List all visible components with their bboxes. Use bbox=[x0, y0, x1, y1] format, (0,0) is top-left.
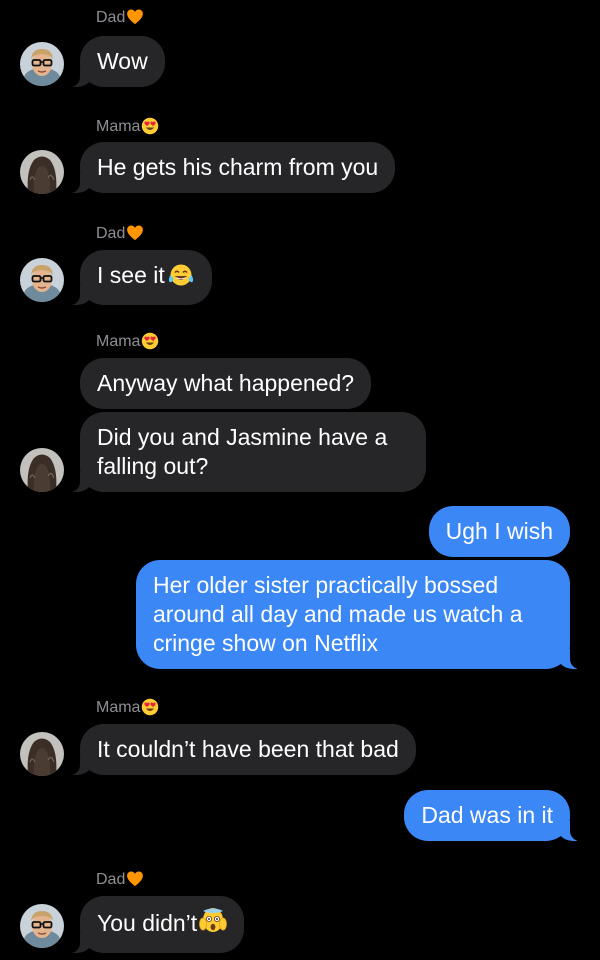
message-text: Dad was in it bbox=[421, 802, 553, 828]
sender-name: Dad bbox=[96, 870, 144, 894]
sender-name: Mama bbox=[96, 698, 159, 722]
avatar[interactable] bbox=[20, 150, 64, 194]
tears-of-joy-icon bbox=[167, 263, 195, 294]
message-text: It couldn’t have been that bad bbox=[97, 736, 399, 762]
avatar[interactable] bbox=[20, 258, 64, 302]
avatar[interactable] bbox=[20, 448, 64, 492]
heart-eyes-icon bbox=[141, 117, 159, 141]
message-bubble[interactable]: It couldn’t have been that bad bbox=[70, 724, 416, 775]
sender-name: Mama bbox=[96, 117, 159, 141]
message-bubble[interactable]: Her older sister practically bossed arou… bbox=[136, 560, 580, 669]
message-text: Her older sister practically bossed arou… bbox=[153, 572, 523, 656]
message-bubble[interactable]: I see it bbox=[70, 250, 212, 305]
message-text: You didn’t bbox=[97, 910, 198, 936]
message-bubble[interactable]: He gets his charm from you bbox=[69, 142, 396, 193]
message-bubble[interactable]: Anyway what happened? bbox=[80, 358, 372, 409]
message-text: Did you and Jasmine have a falling out? bbox=[97, 424, 388, 479]
message-text: He gets his charm from you bbox=[97, 154, 379, 180]
heart-eyes-icon bbox=[141, 698, 159, 722]
screaming-face-icon bbox=[199, 907, 227, 942]
avatar[interactable] bbox=[20, 904, 64, 948]
message-bubble[interactable]: Did you and Jasmine have a falling out? bbox=[70, 412, 426, 492]
message-text: I see it bbox=[97, 262, 165, 288]
message-text: Ugh I wish bbox=[445, 518, 553, 544]
message-bubble[interactable]: Ugh I wish bbox=[428, 506, 570, 557]
heart-eyes-icon bbox=[141, 332, 159, 356]
avatar[interactable] bbox=[20, 732, 64, 776]
sender-name: Mama bbox=[96, 332, 159, 356]
orange-heart-icon bbox=[126, 870, 144, 894]
message-bubble[interactable]: Dad was in it bbox=[404, 790, 580, 841]
sender-name: Dad bbox=[96, 8, 144, 32]
message-text: Wow bbox=[97, 48, 148, 74]
orange-heart-icon bbox=[126, 224, 144, 248]
orange-heart-icon bbox=[126, 8, 144, 32]
message-bubble[interactable]: Wow bbox=[70, 36, 165, 87]
message-bubble[interactable]: You didn’t bbox=[69, 896, 245, 953]
sender-name: Dad bbox=[96, 224, 144, 248]
message-text: Anyway what happened? bbox=[97, 370, 355, 396]
avatar[interactable] bbox=[20, 42, 64, 86]
